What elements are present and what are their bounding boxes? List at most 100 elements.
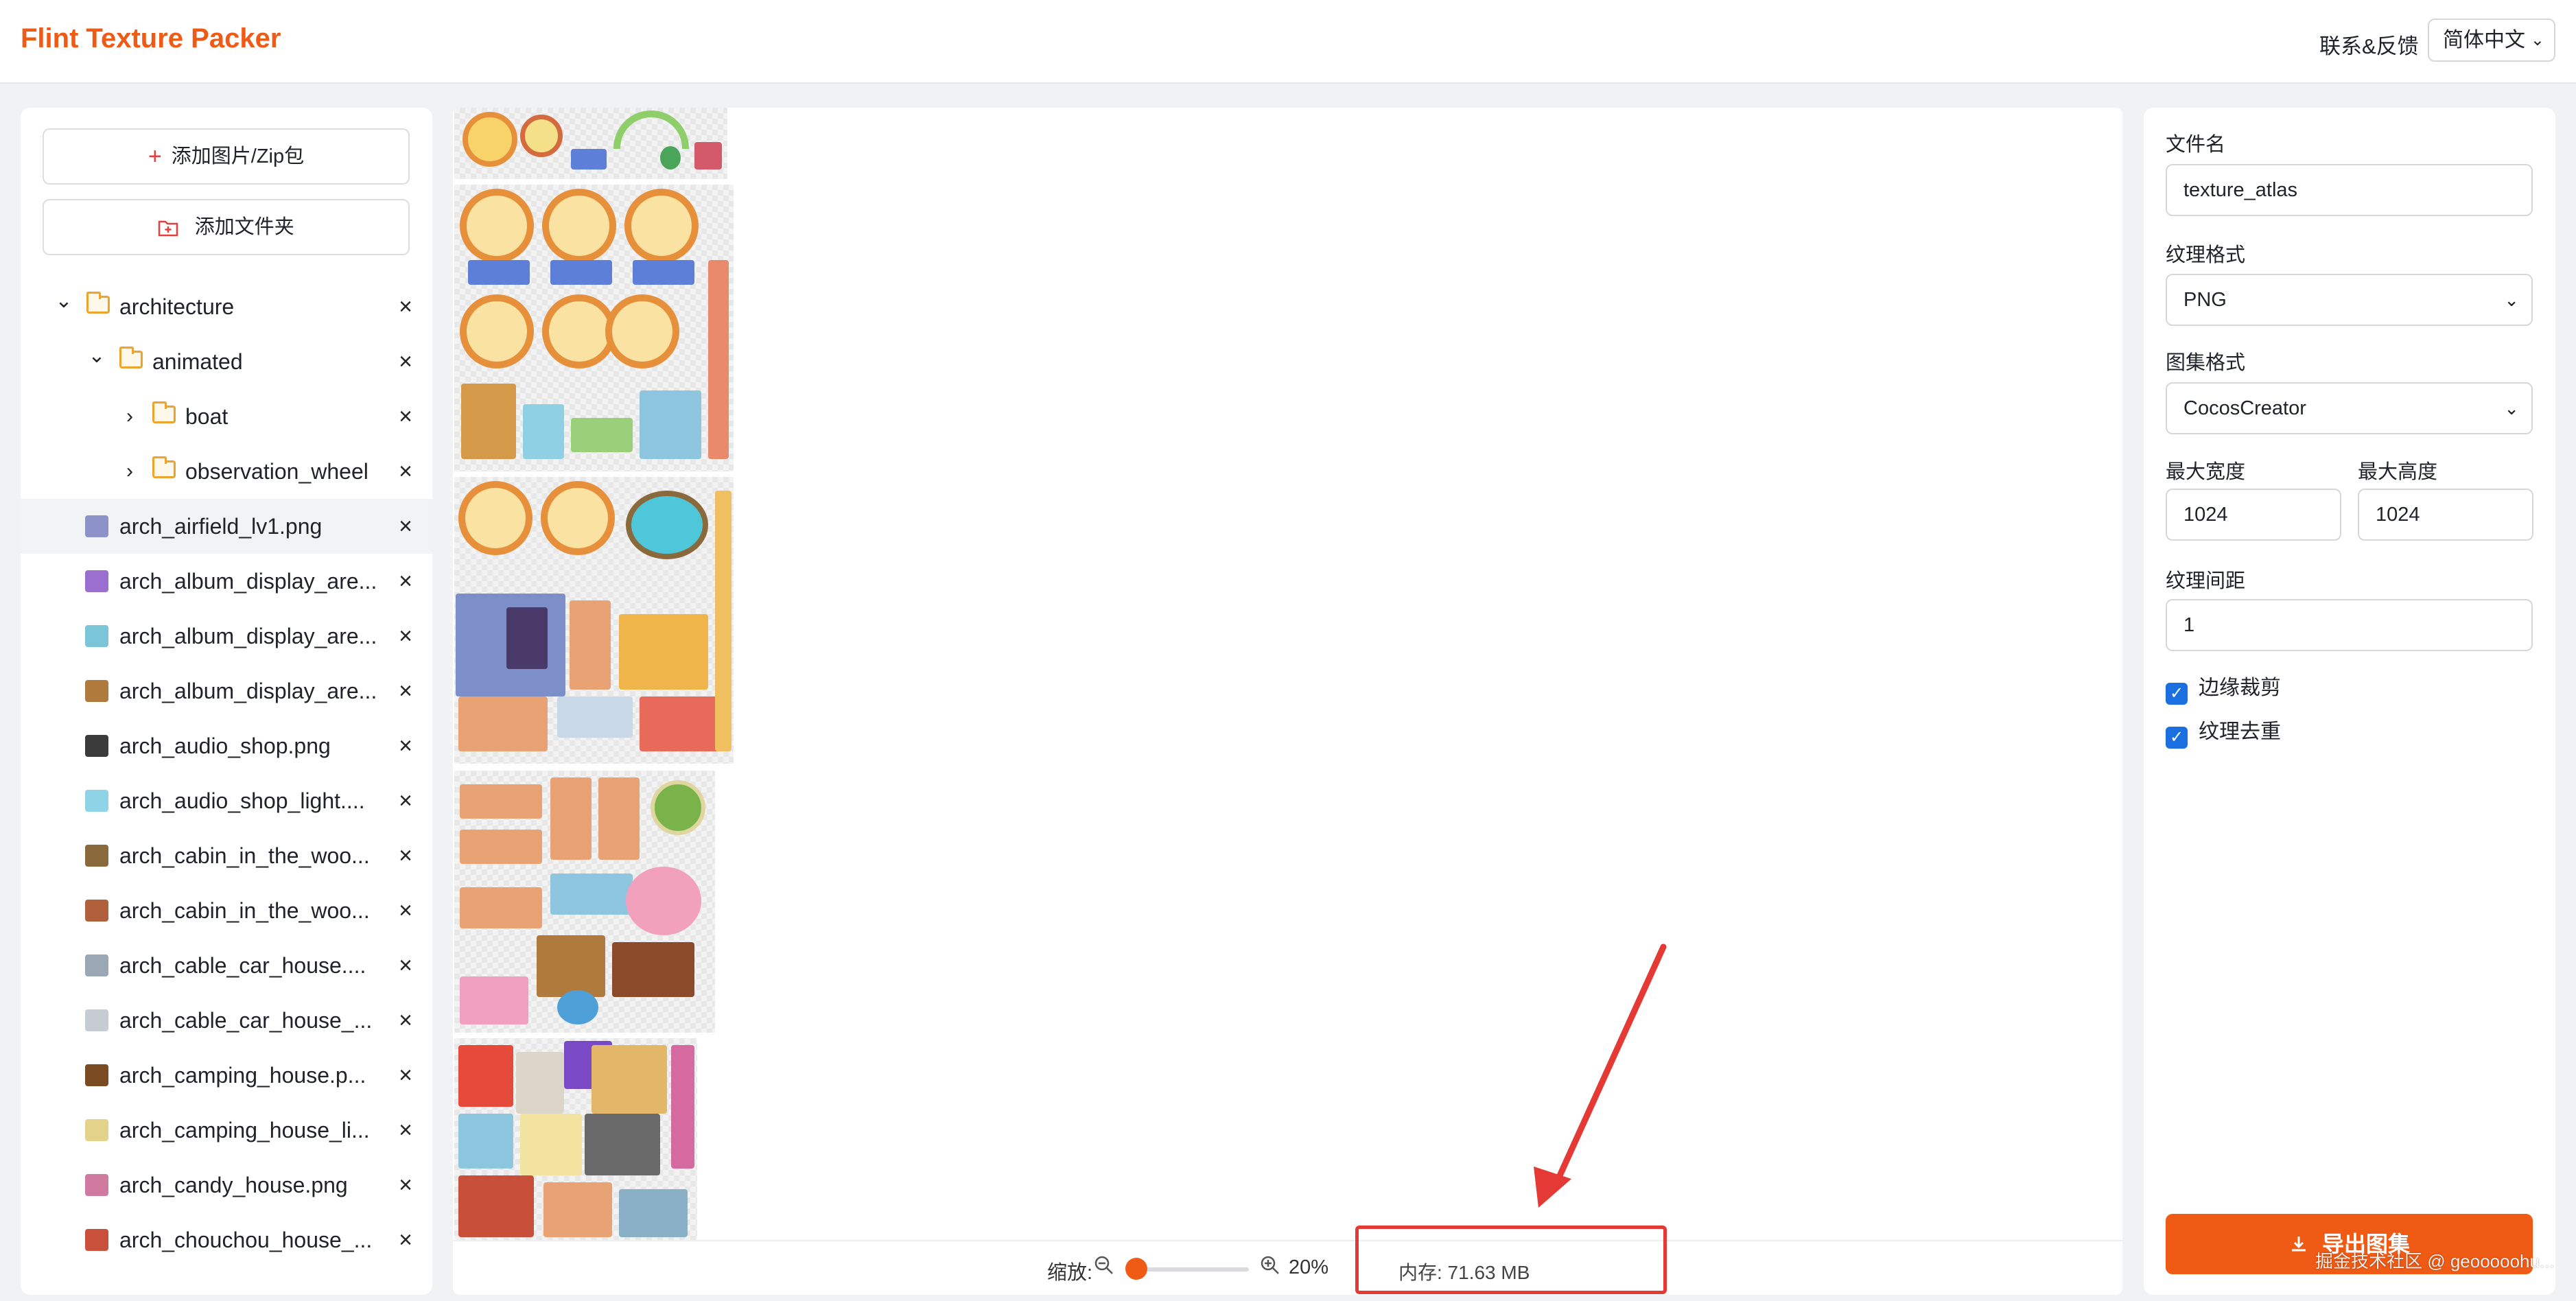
tree-file[interactable]: arch_airfield_lv1.png × [21, 499, 432, 554]
remove-icon[interactable]: × [394, 499, 417, 554]
filename-input[interactable]: texture_atlas [2166, 164, 2533, 216]
max-height-input[interactable]: 1024 [2358, 489, 2533, 541]
zoom-slider-handle[interactable] [1125, 1258, 1147, 1280]
tree-folder[interactable]: › boat × [21, 389, 432, 444]
tree-file[interactable]: arch_album_display_are... × [21, 664, 432, 718]
padding-label: 纹理间距 [2166, 570, 2246, 592]
chevron-down-icon: ⌄ [2530, 31, 2544, 49]
remove-icon[interactable]: × [394, 883, 417, 938]
file-thumbnail-icon [85, 845, 108, 867]
remove-icon[interactable]: × [394, 828, 417, 883]
remove-icon[interactable]: × [394, 334, 417, 389]
file-thumbnail-icon [85, 625, 108, 647]
memory-highlight-box [1355, 1226, 1667, 1294]
file-thumbnail-icon [85, 515, 108, 537]
zoom-slider-track[interactable] [1132, 1267, 1249, 1271]
tree-file[interactable]: arch_chouchou_house_... × [21, 1212, 432, 1267]
tree-folder[interactable]: ⌄ architecture × [21, 279, 432, 334]
atlas-format-select[interactable]: CocosCreator ⌄ [2166, 382, 2533, 434]
remove-icon[interactable]: × [394, 993, 417, 1048]
add-folder-button[interactable]: 添加文件夹 [43, 199, 410, 255]
chevron-down-icon[interactable]: ⌄ [54, 279, 74, 323]
add-images-button[interactable]: + 添加图片/Zip包 [43, 128, 410, 185]
tree-file[interactable]: arch_album_display_are... × [21, 609, 432, 664]
tree-item-label: arch_album_display_are... [119, 624, 377, 648]
remove-icon[interactable]: × [394, 938, 417, 993]
tree-folder[interactable]: ⌄ animated × [21, 334, 432, 389]
tree-file[interactable]: arch_audio_shop_light.... × [21, 773, 432, 828]
settings-panel: 文件名 texture_atlas 纹理格式 PNG ⌄ 图集格式 CocosC… [2144, 108, 2555, 1295]
dedupe-label: 纹理去重 [2199, 720, 2281, 743]
tree-item-label: arch_cabin_in_the_woo... [119, 843, 370, 868]
texture-format-value: PNG [2183, 289, 2227, 311]
remove-icon[interactable]: × [394, 554, 417, 609]
add-folder-label: 添加文件夹 [194, 216, 294, 238]
filename-label: 文件名 [2166, 134, 2226, 156]
tree-file[interactable]: arch_candy_house.png × [21, 1158, 432, 1212]
language-value: 简体中文 [2443, 29, 2525, 51]
language-select[interactable]: 简体中文 ⌄ [2428, 19, 2555, 62]
texture-format-label: 纹理格式 [2166, 244, 2246, 266]
chevron-right-icon[interactable]: › [119, 389, 140, 444]
tree-item-label: boat [185, 404, 229, 429]
atlas-page-5 [454, 1038, 697, 1240]
tree-item-label: arch_audio_shop_light.... [119, 788, 365, 813]
remove-icon[interactable]: × [394, 444, 417, 499]
tree-item-label: arch_cable_car_house_... [119, 1008, 373, 1033]
file-sidebar: + 添加图片/Zip包 添加文件夹 ⌄ architecture × ⌄ animated… [21, 108, 432, 1295]
file-thumbnail-icon [85, 1229, 108, 1251]
chevron-right-icon[interactable]: › [119, 444, 140, 499]
remove-icon[interactable]: × [394, 609, 417, 664]
tree-file[interactable]: arch_cable_car_house_... × [21, 993, 432, 1048]
file-thumbnail-icon [85, 954, 108, 976]
remove-icon[interactable]: × [394, 389, 417, 444]
tree-item-label: arch_album_display_are... [119, 679, 377, 703]
chevron-down-icon[interactable]: ⌄ [86, 334, 107, 378]
file-thumbnail-icon [85, 790, 108, 812]
zoom-out-icon[interactable] [1094, 1255, 1114, 1281]
folder-icon [86, 292, 110, 314]
texture-format-select[interactable]: PNG ⌄ [2166, 274, 2533, 326]
dedupe-option[interactable]: ✓ 纹理去重 [2166, 720, 2281, 749]
tree-file[interactable]: arch_cabin_in_the_woo... × [21, 883, 432, 938]
max-width-input[interactable]: 1024 [2166, 489, 2341, 541]
tree-item-label: architecture [119, 294, 235, 319]
max-width-label: 最大宽度 [2166, 461, 2246, 483]
zoom-in-icon[interactable] [1260, 1255, 1280, 1281]
tree-item-label: arch_candy_house.png [119, 1173, 348, 1197]
tree-file[interactable]: arch_audio_shop.png × [21, 718, 432, 773]
padding-input[interactable]: 1 [2166, 599, 2533, 651]
status-bar: 缩放: 20% 内存: 71.63 MB [453, 1240, 2122, 1295]
atlas-preview[interactable]: 缩放: 20% 内存: 71.63 MB [453, 108, 2122, 1295]
trim-option[interactable]: ✓ 边缘裁剪 [2166, 676, 2281, 705]
atlas-page-2 [454, 185, 734, 471]
remove-icon[interactable]: × [394, 664, 417, 718]
chevron-down-icon: ⌄ [2504, 290, 2519, 310]
tree-file[interactable]: arch_camping_house.p... × [21, 1048, 432, 1103]
tree-item-label: arch_camping_house_li... [119, 1118, 370, 1142]
folder-icon [119, 347, 143, 368]
remove-icon[interactable]: × [394, 279, 417, 334]
remove-icon[interactable]: × [394, 718, 417, 773]
atlas-page-1 [454, 108, 727, 179]
trim-checkbox[interactable]: ✓ [2166, 683, 2188, 705]
tree-folder[interactable]: › observation_wheel × [21, 444, 432, 499]
file-thumbnail-icon [85, 1064, 108, 1086]
tree-file[interactable]: arch_album_display_are... × [21, 554, 432, 609]
tree-file[interactable]: arch_camping_house_li... × [21, 1103, 432, 1158]
tree-file[interactable]: arch_cable_car_house.... × [21, 938, 432, 993]
feedback-link[interactable]: 联系&反馈 [2319, 29, 2419, 60]
file-thumbnail-icon [85, 1174, 108, 1196]
tree-item-label: arch_camping_house.p... [119, 1063, 366, 1088]
remove-icon[interactable]: × [394, 1158, 417, 1212]
tree-item-label: animated [152, 349, 243, 374]
atlas-page-4 [454, 771, 715, 1033]
add-images-label: 添加图片/Zip包 [171, 145, 305, 167]
remove-icon[interactable]: × [394, 1103, 417, 1158]
remove-icon[interactable]: × [394, 1048, 417, 1103]
folder-icon [152, 401, 176, 423]
dedupe-checkbox[interactable]: ✓ [2166, 727, 2188, 749]
remove-icon[interactable]: × [394, 1212, 417, 1267]
tree-file[interactable]: arch_cabin_in_the_woo... × [21, 828, 432, 883]
remove-icon[interactable]: × [394, 773, 417, 828]
